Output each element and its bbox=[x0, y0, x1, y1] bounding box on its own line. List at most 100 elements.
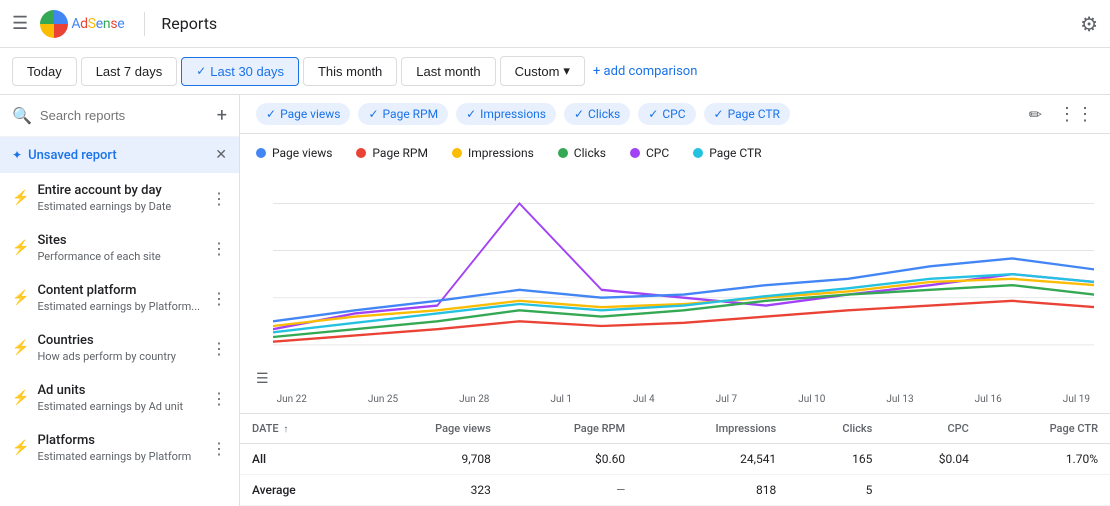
col-page-rpm[interactable]: Page RPM bbox=[503, 414, 637, 444]
item-menu-icon[interactable]: ⋮ bbox=[211, 289, 227, 308]
table-header-row: DATE ↑ Page views Page RPM Impressions C… bbox=[240, 414, 1110, 444]
cell-date: All bbox=[240, 444, 361, 475]
logo: AdSense bbox=[40, 10, 124, 38]
cell-page-ctr: 1.70% bbox=[981, 444, 1110, 475]
google-logo-icon bbox=[40, 10, 68, 38]
custom-button[interactable]: Custom ▾ bbox=[500, 56, 585, 86]
item-menu-icon[interactable]: ⋮ bbox=[211, 239, 227, 258]
filter-chip-page-rpm[interactable]: ✓ Page RPM bbox=[358, 103, 448, 125]
sidebar-item-countries[interactable]: ⚡ Countries How ads perform by country ⋮ bbox=[0, 323, 239, 373]
col-page-views[interactable]: Page views bbox=[361, 414, 503, 444]
check-icon: ✓ bbox=[196, 64, 206, 78]
more-options-icon[interactable]: ⋮⋮ bbox=[1058, 104, 1094, 125]
legend-dot bbox=[630, 148, 640, 158]
filter-chip-page-views[interactable]: ✓ Page views bbox=[256, 103, 350, 125]
cell-page-views: 323 bbox=[361, 475, 503, 506]
search-input[interactable] bbox=[40, 108, 217, 123]
cell-clicks: 5 bbox=[788, 475, 884, 506]
legend-page-rpm: Page RPM bbox=[356, 146, 428, 160]
sidebar-item-title: Content platform bbox=[37, 283, 211, 298]
last-30-days-button[interactable]: ✓ Last 30 days bbox=[181, 57, 299, 86]
x-label: Jul 1 bbox=[550, 394, 572, 405]
check-icon: ✓ bbox=[266, 107, 276, 121]
filter-bar: ✓ Page views ✓ Page RPM ✓ Impressions ✓ … bbox=[240, 95, 1110, 134]
col-page-ctr[interactable]: Page CTR bbox=[981, 414, 1110, 444]
check-icon: ✓ bbox=[368, 107, 378, 121]
legend-dot bbox=[558, 148, 568, 158]
check-icon: ✓ bbox=[714, 107, 724, 121]
platform-icon: ⚡ bbox=[12, 290, 29, 306]
cell-impressions: 24,541 bbox=[637, 444, 788, 475]
report-table: DATE ↑ Page views Page RPM Impressions C… bbox=[240, 414, 1110, 506]
edit-filters-icon[interactable]: ✏ bbox=[1029, 105, 1042, 124]
sidebar-item-subtitle: Estimated earnings by Platform bbox=[37, 450, 211, 463]
item-menu-icon[interactable]: ⋮ bbox=[211, 339, 227, 358]
x-label: Jul 13 bbox=[886, 394, 913, 405]
adsense-text: AdSense bbox=[68, 16, 124, 32]
item-menu-icon[interactable]: ⋮ bbox=[211, 439, 227, 458]
sidebar-item-title: Ad units bbox=[37, 383, 211, 398]
sidebar-item-content: Content platform Estimated earnings by P… bbox=[37, 283, 211, 313]
x-label: Jun 28 bbox=[459, 394, 489, 405]
sites-icon: ⚡ bbox=[12, 240, 29, 256]
sidebar-item-subtitle: Estimated earnings by Date bbox=[37, 200, 211, 213]
sidebar-item-title: Countries bbox=[37, 333, 211, 348]
this-month-button[interactable]: This month bbox=[303, 57, 397, 86]
unsaved-report-title: Unsaved report bbox=[28, 148, 215, 163]
filter-chip-clicks[interactable]: ✓ Clicks bbox=[564, 103, 630, 125]
sidebar: 🔍 + ✦ Unsaved report ✕ ⚡ Entire account … bbox=[0, 95, 240, 506]
sidebar-item-content-platform[interactable]: ⚡ Content platform Estimated earnings by… bbox=[0, 273, 239, 323]
table-row: Average 323 — 818 5 bbox=[240, 475, 1110, 506]
sidebar-item-content: Sites Performance of each site bbox=[37, 233, 211, 263]
sidebar-item-sites[interactable]: ⚡ Sites Performance of each site ⋮ bbox=[0, 223, 239, 273]
chart-area: Page views Page RPM Impressions Clicks C… bbox=[240, 134, 1110, 413]
sidebar-item-subtitle: Estimated earnings by Ad unit bbox=[37, 400, 211, 413]
sidebar-item-title: Entire account by day bbox=[37, 183, 211, 198]
close-unsaved-icon[interactable]: ✕ bbox=[215, 147, 227, 163]
sidebar-item-ad-units[interactable]: ⚡ Ad units Estimated earnings by Ad unit… bbox=[0, 373, 239, 423]
col-clicks[interactable]: Clicks bbox=[788, 414, 884, 444]
menu-icon[interactable]: ☰ bbox=[12, 13, 28, 34]
sort-icon: ↑ bbox=[283, 424, 288, 435]
item-menu-icon[interactable]: ⋮ bbox=[211, 189, 227, 208]
check-icon: ✓ bbox=[574, 107, 584, 121]
item-menu-icon[interactable]: ⋮ bbox=[211, 389, 227, 408]
sidebar-item-subtitle: Performance of each site bbox=[37, 250, 211, 263]
date-bar: Today Last 7 days ✓ Last 30 days This mo… bbox=[0, 48, 1110, 95]
data-table: DATE ↑ Page views Page RPM Impressions C… bbox=[240, 413, 1110, 506]
x-label: Jun 22 bbox=[277, 394, 307, 405]
today-button[interactable]: Today bbox=[12, 57, 77, 86]
add-report-icon[interactable]: + bbox=[217, 105, 227, 126]
col-cpc[interactable]: CPC bbox=[884, 414, 981, 444]
legend-page-views: Page views bbox=[256, 146, 332, 160]
filter-chip-cpc[interactable]: ✓ CPC bbox=[638, 103, 695, 125]
last-month-button[interactable]: Last month bbox=[401, 57, 495, 86]
unsaved-report-item[interactable]: ✦ Unsaved report ✕ bbox=[0, 137, 239, 173]
countries-icon: ⚡ bbox=[12, 340, 29, 356]
legend-page-ctr: Page CTR bbox=[693, 146, 761, 160]
chart-svg-container: Jun 22 Jun 25 Jun 28 Jul 1 Jul 4 Jul 7 J… bbox=[273, 172, 1094, 405]
last-7-days-button[interactable]: Last 7 days bbox=[81, 57, 178, 86]
cell-cpc bbox=[884, 475, 981, 506]
sidebar-item-platforms[interactable]: ⚡ Platforms Estimated earnings by Platfo… bbox=[0, 423, 239, 473]
sidebar-item-subtitle: Estimated earnings by Platform... bbox=[37, 300, 211, 313]
sidebar-item-title: Sites bbox=[37, 233, 211, 248]
chart-legend: Page views Page RPM Impressions Clicks C… bbox=[256, 146, 1094, 160]
chart-menu-icon[interactable]: ☰ bbox=[256, 371, 269, 387]
col-impressions[interactable]: Impressions bbox=[637, 414, 788, 444]
filter-chip-impressions[interactable]: ✓ Impressions bbox=[456, 103, 556, 125]
unsaved-icon: ✦ bbox=[12, 148, 22, 162]
sidebar-item-entire-account[interactable]: ⚡ Entire account by day Estimated earnin… bbox=[0, 173, 239, 223]
add-comparison-button[interactable]: + add comparison bbox=[593, 64, 697, 79]
legend-dot bbox=[256, 148, 266, 158]
sidebar-item-content: Platforms Estimated earnings by Platform bbox=[37, 433, 211, 463]
settings-icon[interactable]: ⚙ bbox=[1080, 12, 1098, 36]
x-label: Jul 16 bbox=[975, 394, 1002, 405]
legend-dot bbox=[693, 148, 703, 158]
platforms-icon: ⚡ bbox=[12, 440, 29, 456]
filter-chip-page-ctr[interactable]: ✓ Page CTR bbox=[704, 103, 790, 125]
col-date[interactable]: DATE ↑ bbox=[240, 414, 361, 444]
legend-impressions: Impressions bbox=[452, 146, 534, 160]
x-axis-labels: Jun 22 Jun 25 Jun 28 Jul 1 Jul 4 Jul 7 J… bbox=[273, 394, 1094, 405]
table-row: All 9,708 $0.60 24,541 165 $0.04 1.70% bbox=[240, 444, 1110, 475]
